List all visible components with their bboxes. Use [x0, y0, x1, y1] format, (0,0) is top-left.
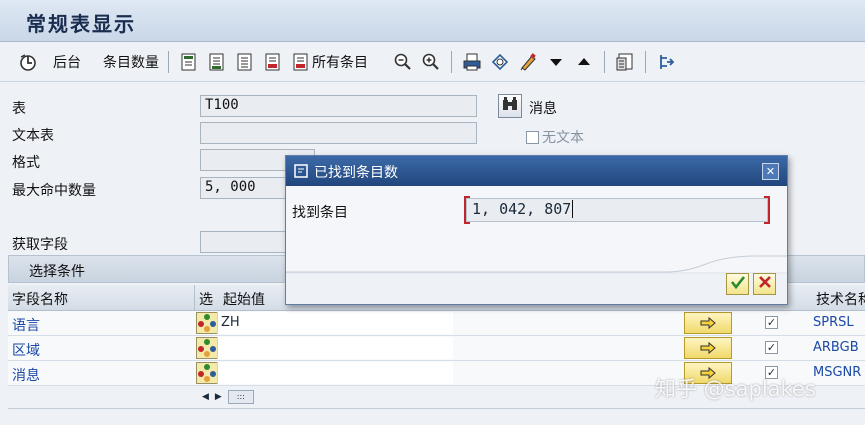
layout-settings-button[interactable]: [611, 49, 639, 75]
sort-ascending-button[interactable]: [570, 49, 598, 75]
print-icon: [461, 51, 483, 73]
row-checkbox[interactable]: ✓: [765, 316, 778, 329]
page-title: 常规表显示: [26, 12, 136, 36]
multiple-selection-button[interactable]: [684, 337, 732, 359]
background-button[interactable]: 后台: [50, 49, 84, 75]
page-first-icon: [178, 51, 200, 73]
col-select[interactable]: 选: [199, 289, 213, 309]
dialog-title-bar[interactable]: 已找到条目数 ✕: [286, 156, 787, 186]
field-bracket-right: [764, 196, 770, 224]
start-value-cell[interactable]: [217, 362, 453, 384]
field-name: 消息: [12, 368, 40, 384]
export-arrow-icon: [655, 51, 677, 73]
found-entries-field[interactable]: 1, 042, 807: [466, 198, 768, 222]
settings-window-icon: [614, 51, 636, 73]
no-text-option[interactable]: 无文本: [526, 127, 584, 147]
select-options-icon[interactable]: [196, 362, 218, 384]
zoom-in-button[interactable]: [417, 49, 445, 75]
all-entries-label: 所有条目: [312, 54, 368, 71]
field-name: 区域: [12, 343, 40, 359]
execute-icon: [17, 51, 39, 73]
choose-prev-button[interactable]: [203, 49, 231, 75]
tech-name: MSGNR: [813, 365, 862, 380]
page-prev-icon: [206, 51, 228, 73]
message-button[interactable]: [498, 94, 522, 118]
all-entries-button[interactable]: 所有条目: [287, 49, 371, 75]
choose-last-button[interactable]: [259, 49, 287, 75]
toolbar-separator: [451, 50, 452, 73]
text-cursor: [572, 200, 574, 218]
toolbar-separator: [168, 50, 169, 73]
toolbar-separator: [645, 50, 646, 73]
col-start-value[interactable]: 起始值: [223, 289, 265, 309]
start-value-cell[interactable]: ZH: [217, 312, 453, 334]
multiple-selection-button[interactable]: [684, 312, 732, 334]
dialog-window-icon: [293, 163, 309, 183]
zoom-out-button[interactable]: [389, 49, 417, 75]
close-icon[interactable]: ✕: [762, 163, 779, 180]
triangle-up-icon: [573, 51, 595, 73]
row-checkbox[interactable]: ✓: [765, 341, 778, 354]
cancel-button[interactable]: [753, 273, 776, 295]
zoom-in-icon: [420, 51, 442, 73]
format-label: 格式: [12, 155, 40, 171]
found-entries-value: 1, 042, 807: [472, 200, 572, 218]
export-button[interactable]: [652, 49, 680, 75]
text-table-label: 文本表: [12, 128, 54, 144]
dialog-body: 找到条目 1, 042, 807: [286, 186, 787, 274]
no-text-checkbox[interactable]: [526, 130, 539, 144]
col-field-name[interactable]: 字段名称: [12, 289, 68, 309]
find-button[interactable]: [486, 49, 514, 75]
cancel-x-icon: [758, 275, 772, 293]
max-hits-label: 最大命中数量: [12, 183, 96, 199]
find-icon: [489, 51, 511, 73]
no-text-label: 无文本: [542, 130, 584, 146]
scroll-left-icon[interactable]: ◀: [202, 392, 209, 402]
application-toolbar: 后台 条目数量 所有条目: [0, 42, 865, 82]
tech-name: SPRSL: [813, 315, 854, 330]
marker-pen-icon: [517, 51, 539, 73]
execute-button[interactable]: [14, 49, 42, 75]
selection-header-title: 选择条件: [29, 264, 85, 280]
table-row: 区域 ✓ ARBGB: [8, 336, 865, 361]
message-label: 消息: [529, 101, 557, 117]
field-name: 语言: [12, 318, 40, 334]
entries-found-dialog: 已找到条目数 ✕ 找到条目 1, 042, 807: [285, 155, 788, 305]
col-divider: [194, 285, 195, 311]
sort-descending-button[interactable]: [542, 49, 570, 75]
text-table-input[interactable]: [200, 122, 477, 144]
table-row: 语言 ZH ✓ SPRSL: [8, 311, 865, 336]
binoculars-icon: [501, 95, 519, 117]
found-entries-label: 找到条目: [292, 205, 348, 221]
choose-first-button[interactable]: [175, 49, 203, 75]
start-value-cell[interactable]: [217, 337, 453, 359]
scroll-right-icon[interactable]: ▶: [215, 392, 222, 402]
table-input[interactable]: T100: [200, 95, 477, 117]
tech-name: ARBGB: [813, 340, 859, 355]
page-next-icon: [234, 51, 256, 73]
select-options-icon[interactable]: [196, 312, 218, 334]
field-bracket-left: [464, 196, 470, 224]
dialog-title: 已找到条目数: [314, 165, 398, 181]
confirm-button[interactable]: [726, 273, 749, 295]
checkmark-icon: [730, 274, 746, 294]
horizontal-scrollbar[interactable]: ◀ ▶ :::: [196, 388, 268, 406]
get-fields-label: 获取字段: [12, 237, 68, 253]
dialog-divider-curve: [286, 255, 787, 274]
page-last-icon: [262, 51, 284, 73]
scroll-thumb[interactable]: :::: [227, 390, 254, 404]
page-all-icon: [290, 51, 312, 73]
toolbar-separator: [604, 50, 605, 73]
choose-next-button[interactable]: [231, 49, 259, 75]
print-button[interactable]: [458, 49, 486, 75]
col-tech-name[interactable]: 技术名称: [816, 289, 865, 309]
panel-bottom-border: [8, 408, 865, 409]
triangle-down-icon: [545, 51, 567, 73]
watermark-text: 知乎 @saplakes: [655, 377, 816, 401]
highlight-button[interactable]: [514, 49, 542, 75]
select-options-icon[interactable]: [196, 337, 218, 359]
entry-count-button[interactable]: 条目数量: [100, 49, 162, 75]
table-label: 表: [12, 101, 26, 117]
zoom-out-icon: [392, 51, 414, 73]
